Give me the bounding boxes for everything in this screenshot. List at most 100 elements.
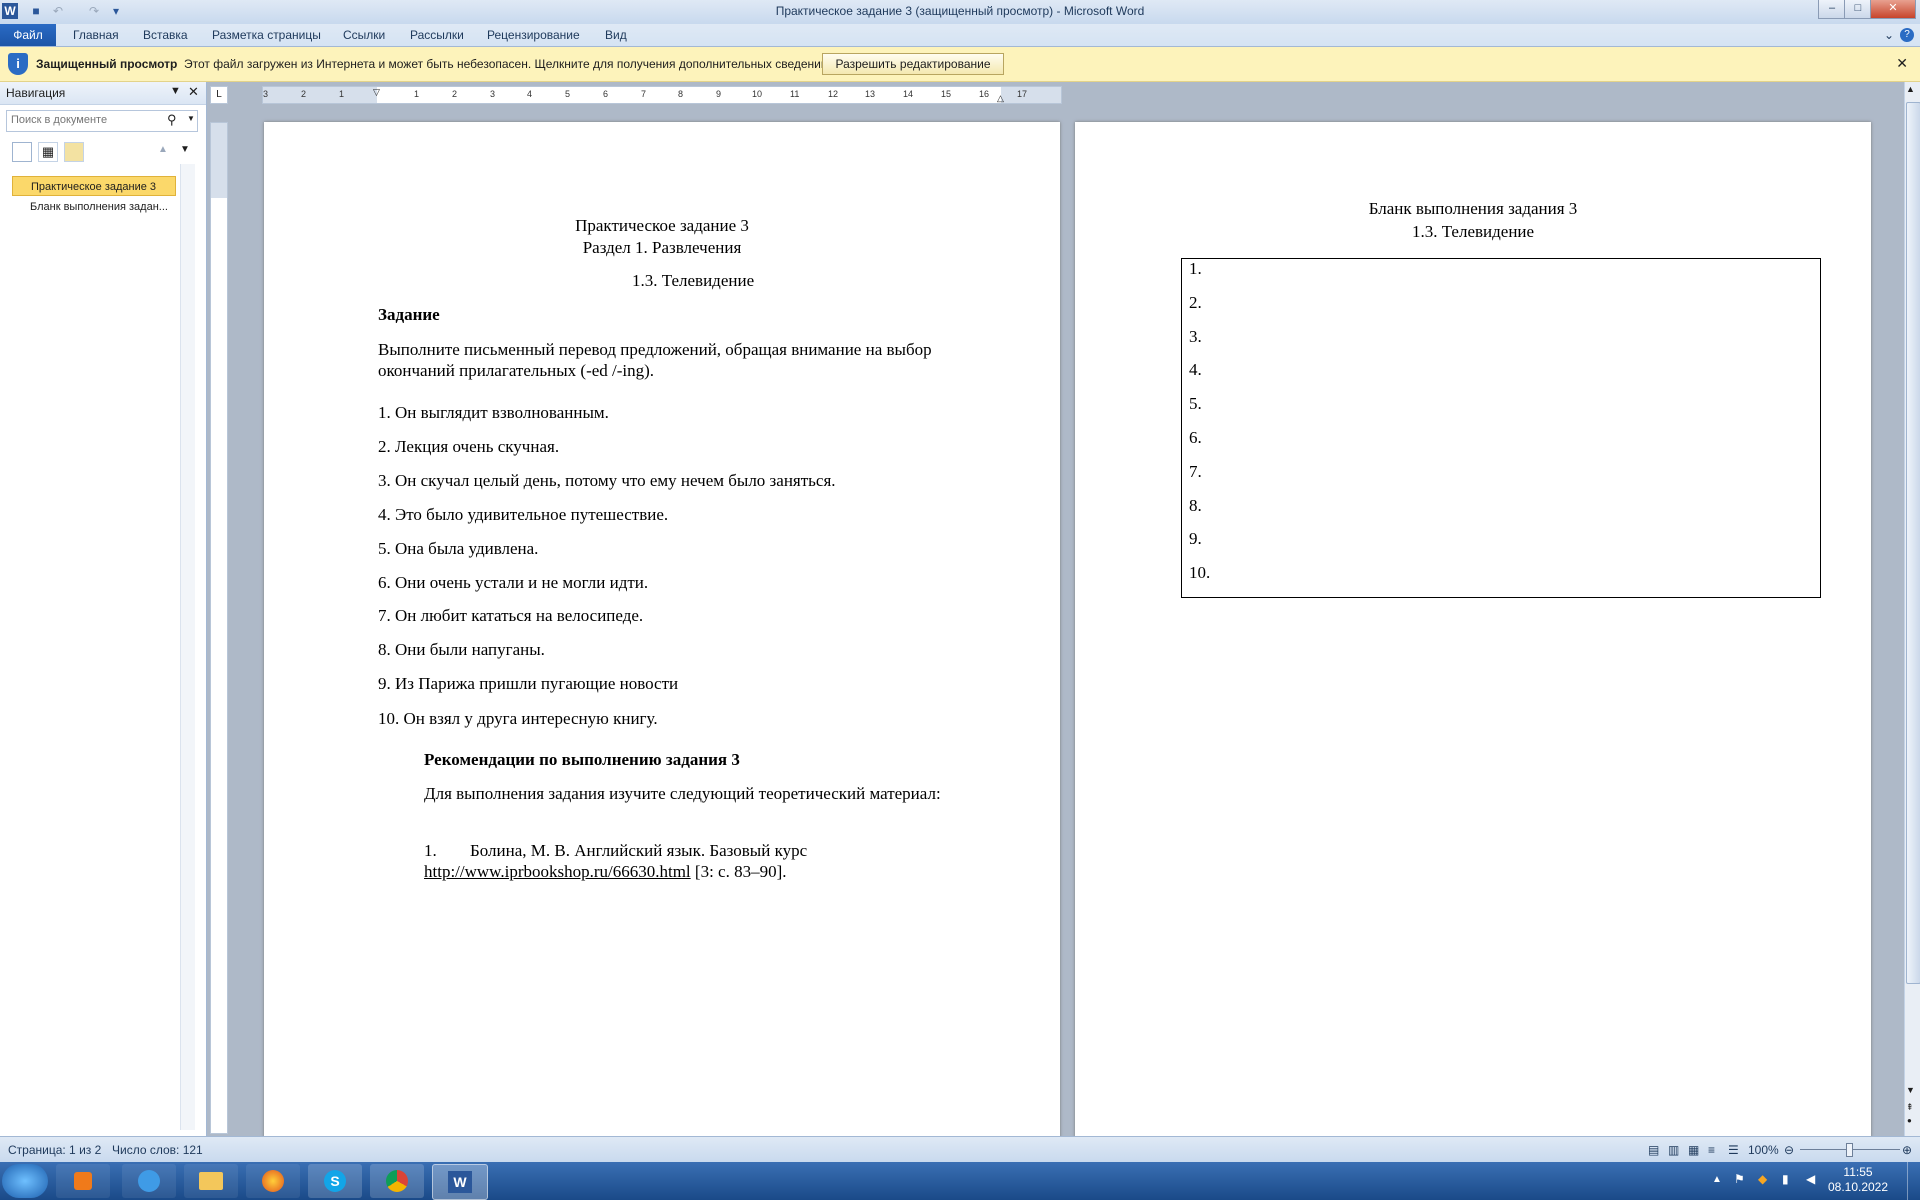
tab-insert[interactable]: Вставка: [143, 28, 188, 42]
ruler-label: 7: [641, 89, 647, 99]
headings-view-icon[interactable]: [12, 142, 32, 162]
browse-object-icon[interactable]: ●: [1907, 1116, 1912, 1125]
protected-view-title: Защищенный просмотр: [36, 57, 178, 71]
page-count[interactable]: Страница: 1 из 2: [8, 1143, 101, 1157]
close-icon[interactable]: ✕: [1896, 55, 1908, 72]
help-icon[interactable]: ?: [1900, 28, 1914, 42]
status-bar: Страница: 1 из 2 Число слов: 121 ▤ ▥ ▦ ≡…: [0, 1136, 1920, 1163]
volume-icon[interactable]: ◀: [1806, 1172, 1815, 1186]
vertical-scrollbar[interactable]: ▲ ▼ ⇞ ●: [1904, 82, 1920, 1136]
protected-view-message[interactable]: Этот файл загружен из Интернета и может …: [184, 57, 831, 71]
answer-row-number: 7.: [1189, 462, 1202, 481]
tab-file[interactable]: Файл: [0, 24, 56, 46]
draft-icon[interactable]: ☰: [1728, 1143, 1739, 1157]
zoom-slider-thumb[interactable]: [1846, 1143, 1853, 1157]
nav-item-practical-task[interactable]: Практическое задание 3: [12, 176, 176, 196]
ruler-label: 1: [414, 89, 420, 99]
enable-editing-button[interactable]: Разрешить редактирование: [822, 53, 1004, 75]
answer-row-number: 5.: [1189, 394, 1202, 413]
protected-view-bar: i Защищенный просмотр Этот файл загружен…: [0, 47, 1920, 82]
chrome-icon[interactable]: [370, 1164, 424, 1198]
first-line-indent-marker[interactable]: ▽: [373, 87, 380, 98]
document-page-1[interactable]: Практическое задание 3 Раздел 1. Развлеч…: [264, 122, 1060, 1138]
full-screen-reading-icon[interactable]: ▥: [1668, 1143, 1679, 1157]
ruler-label: 1: [339, 89, 345, 99]
maximize-button[interactable]: □: [1844, 0, 1872, 19]
ruler-label: 2: [452, 89, 458, 99]
zoom-out-icon[interactable]: ⊖: [1784, 1143, 1794, 1157]
ruler-label: 12: [828, 89, 839, 99]
next-heading-icon[interactable]: ▼: [180, 144, 190, 155]
scroll-up-icon[interactable]: ▲: [1906, 84, 1915, 94]
document-page-2[interactable]: Бланк выполнения задания 3 1.3. Телевиде…: [1075, 122, 1871, 1138]
results-view-icon[interactable]: [64, 142, 84, 162]
tab-mailings[interactable]: Рассылки: [410, 28, 464, 42]
previous-page-icon[interactable]: ⇞: [1906, 1102, 1914, 1113]
search-input[interactable]: [7, 111, 170, 129]
minimize-button[interactable]: –: [1818, 0, 1846, 19]
vertical-ruler[interactable]: [210, 122, 228, 1134]
ribbon-expand-icon[interactable]: ⌄: [1884, 28, 1894, 42]
previous-heading-icon[interactable]: ▲: [158, 144, 168, 155]
update-icon[interactable]: ◆: [1758, 1172, 1767, 1186]
title-bar: W ■ ↶ ↷ ▾ Практическое задание 3 (защище…: [0, 0, 1920, 24]
instruction-text: Выполните письменный перевод предложений…: [378, 340, 932, 359]
answer-row-number: 4.: [1189, 360, 1202, 379]
tab-selector-icon[interactable]: L: [210, 86, 228, 104]
word-taskbar-icon[interactable]: W: [432, 1164, 488, 1200]
internet-explorer-icon[interactable]: [122, 1164, 176, 1198]
web-layout-icon[interactable]: ▦: [1688, 1143, 1699, 1157]
reference-pages: [3: с. 83–90].: [690, 862, 787, 881]
sentence-item: 4. Это было удивительное путешествие.: [378, 505, 669, 524]
media-player-icon[interactable]: [56, 1164, 110, 1198]
answer-row-number: 8.: [1189, 496, 1202, 515]
answer-row-number: 2.: [1189, 293, 1202, 312]
right-indent-marker[interactable]: △: [997, 93, 1004, 104]
answer-row-number: 1.: [1189, 259, 1202, 278]
tab-references[interactable]: Ссылки: [343, 28, 385, 42]
start-button[interactable]: [2, 1164, 48, 1198]
horizontal-ruler[interactable]: 3 2 1 1 2 3 4 5 6 7 8 9 10 11 12 13 14 1…: [262, 86, 1062, 104]
sentence-item: 10. Он взял у друга интересную книгу.: [378, 709, 658, 728]
clock[interactable]: 11:55 08.10.2022: [1818, 1165, 1898, 1195]
chevron-down-icon[interactable]: ▼: [187, 114, 195, 123]
close-icon[interactable]: ✕: [188, 84, 199, 100]
print-layout-icon[interactable]: ▤: [1648, 1143, 1659, 1157]
close-button[interactable]: ✕: [1870, 0, 1916, 19]
outline-icon[interactable]: ≡: [1708, 1143, 1715, 1157]
scroll-down-icon[interactable]: ▼: [1906, 1085, 1915, 1095]
zoom-in-icon[interactable]: ⊕: [1902, 1143, 1912, 1157]
tab-review[interactable]: Рецензирование: [487, 28, 580, 42]
answer-table[interactable]: 1. 2. 3. 4. 5. 6. 7. 8. 9. 10.: [1181, 258, 1821, 598]
task-heading: Задание: [378, 305, 440, 324]
sentence-item: 3. Он скучал целый день, потому что ему …: [378, 471, 836, 490]
pages-view-icon[interactable]: ▦: [38, 142, 58, 162]
nav-item-answer-form[interactable]: Бланк выполнения задан...: [12, 197, 176, 217]
tab-home[interactable]: Главная: [73, 28, 119, 42]
reference-line: http://www.iprbookshop.ru/66630.html [3:…: [424, 862, 787, 882]
network-icon[interactable]: ▮: [1782, 1172, 1789, 1186]
ruler-label: 4: [527, 89, 533, 99]
skype-icon[interactable]: S: [308, 1164, 362, 1198]
ruler-label: 15: [941, 89, 952, 99]
show-desktop-button[interactable]: [1907, 1162, 1920, 1200]
ruler-label: 3: [263, 89, 269, 99]
tab-view[interactable]: Вид: [605, 28, 627, 42]
ruler-label: 10: [752, 89, 763, 99]
recommendations-text: Для выполнения задания изучите следующий…: [424, 784, 941, 803]
action-center-icon[interactable]: ⚑: [1734, 1172, 1745, 1186]
form-subtitle: 1.3. Телевидение: [1411, 222, 1535, 241]
chevron-down-icon[interactable]: ▼: [170, 85, 181, 97]
ruler-label: 3: [490, 89, 496, 99]
zoom-level[interactable]: 100%: [1748, 1143, 1779, 1157]
search-icon[interactable]: ⚲: [167, 112, 177, 128]
reference-link[interactable]: http://www.iprbookshop.ru/66630.html: [424, 862, 691, 881]
tab-page-layout[interactable]: Разметка страницы: [212, 28, 321, 42]
word-count[interactable]: Число слов: 121: [112, 1143, 203, 1157]
ruler-label: 13: [865, 89, 876, 99]
firefox-icon[interactable]: [246, 1164, 300, 1198]
scroll-thumb[interactable]: [1906, 102, 1920, 984]
show-hidden-icons[interactable]: ▲: [1712, 1174, 1722, 1185]
nav-scrollbar[interactable]: [180, 164, 195, 1130]
file-explorer-icon[interactable]: [184, 1164, 238, 1198]
